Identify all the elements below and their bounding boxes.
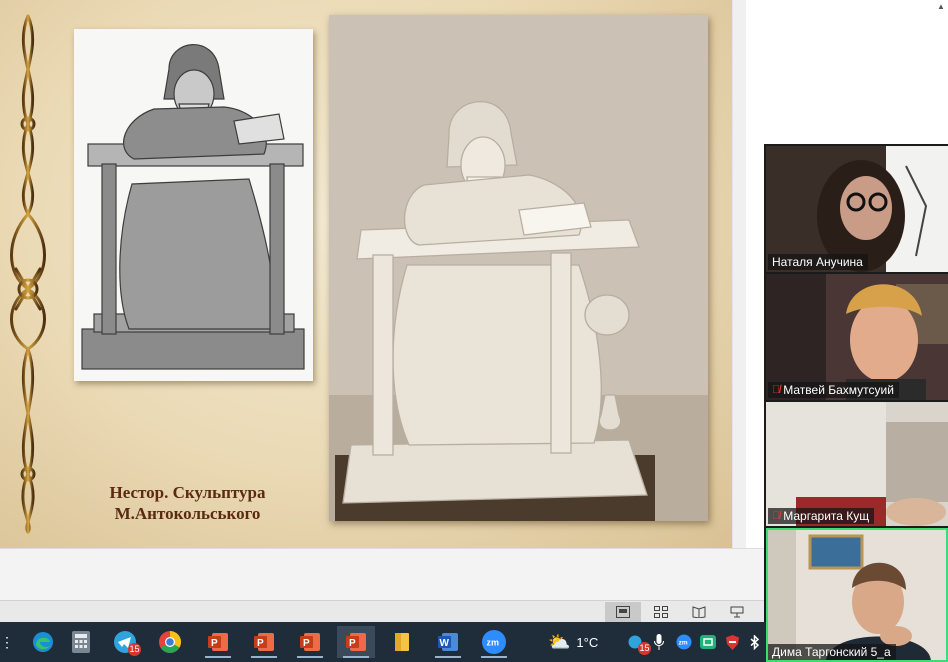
powerpoint-icon[interactable]: P [337,626,375,658]
bluetooth-icon[interactable] [750,622,760,662]
telegram-icon[interactable]: 15 [106,626,144,658]
svg-text:zm: zm [487,638,500,648]
mic-muted-icon: 🎙̸ [772,510,781,522]
slide-caption: Нестор. Скульптура М.Антокольського [70,482,305,524]
svg-text:zm: zm [679,640,688,647]
tray-badge: 15 [638,641,651,655]
tray-zoom-icon[interactable]: zm [676,622,692,662]
participant-name: 🎙̸ Матвей Бахмутсуий [768,382,899,398]
task-view-edge[interactable]: ⋮ [0,622,14,662]
svg-text:P: P [211,638,218,649]
edge-icon[interactable] [24,626,62,658]
tray-telegram-icon[interactable]: 15 [628,622,655,662]
svg-text:P: P [257,638,264,649]
participant-name-text: Наталя Анучина [772,255,863,269]
participant-name: Дима Таргонский 5_а [768,644,896,660]
zoom-participants-panel: Наталя Анучина 🎙̸ Матвей Бахмутсуий 🎙̸ М… [764,144,948,662]
weather-cloud-icon: ⛅ [548,631,571,652]
participant-tile[interactable]: 🎙̸ Матвей Бахмутсуий [766,274,948,400]
slide-sorter-icon[interactable] [643,602,679,622]
chrome-icon[interactable] [151,626,189,658]
vertical-scrollbar[interactable] [732,0,765,548]
slide: Нестор. Скульптура М.Антокольського [0,0,732,548]
caption-line-1: Нестор. Скульптура [109,483,266,502]
file-explorer-icon[interactable] [383,626,421,658]
notification-badge: 15 [128,643,141,656]
sculpture-engraving-image [74,29,313,381]
weather-widget[interactable]: ⛅ 1°C [548,622,598,662]
slideshow-icon[interactable] [719,602,755,622]
zoom-icon[interactable]: zm [475,626,513,658]
tray-app-icon[interactable] [700,622,716,662]
ornament-border [10,14,46,534]
status-bar [0,600,764,623]
participant-tile-active-speaker[interactable]: Дима Таргонский 5_а [766,528,948,662]
svg-text:P: P [303,638,310,649]
participant-tile[interactable]: 🎙̸ Маргарита Кущ [766,402,948,526]
marble-sculpture-photo [329,15,708,521]
calculator-icon[interactable] [62,626,100,658]
normal-view-icon[interactable] [605,602,641,622]
microphone-icon[interactable] [654,622,664,662]
weather-temperature: 1°C [576,634,599,650]
participant-name: Наталя Анучина [768,254,868,270]
powerpoint-icon[interactable]: P [245,626,283,658]
participant-name-text: Матвей Бахмутсуий [783,383,894,397]
svg-text:P: P [349,638,356,649]
participant-tile[interactable]: Наталя Анучина [766,146,948,272]
participant-name-text: Дима Таргонский 5_а [772,645,891,659]
notes-pane[interactable] [0,548,764,601]
scrollbar-thumb[interactable] [733,0,746,548]
security-shield-icon[interactable] [726,622,739,662]
scroll-up-arrow-icon[interactable]: ▲ [937,2,945,11]
windows-taskbar: ⋮ 15 P P P P W zm ⛅ 1°C 15 zm [0,622,766,662]
svg-text:W: W [440,638,450,649]
word-icon[interactable]: W [429,626,467,658]
powerpoint-icon[interactable]: P [199,626,237,658]
powerpoint-icon[interactable]: P [291,626,329,658]
reading-view-icon[interactable] [681,602,717,622]
caption-line-2: М.Антокольського [114,504,261,523]
participant-name-text: Маргарита Кущ [783,509,870,523]
participant-name: 🎙̸ Маргарита Кущ [768,508,875,524]
mic-muted-icon: 🎙̸ [772,384,781,396]
